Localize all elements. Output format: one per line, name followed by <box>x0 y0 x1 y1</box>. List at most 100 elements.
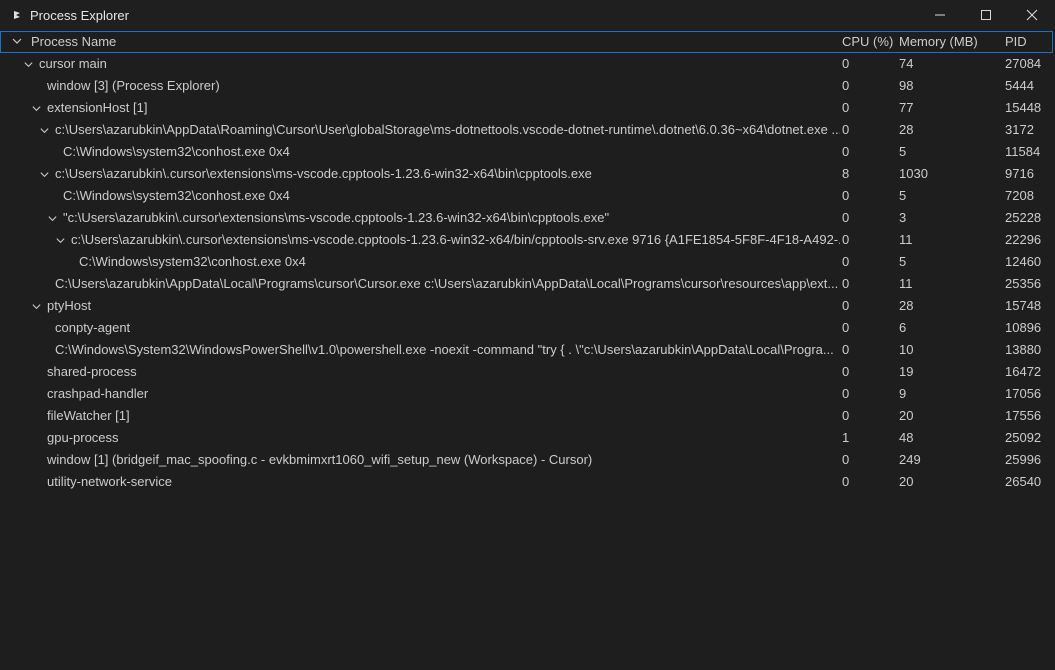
process-memory: 3 <box>899 210 907 225</box>
process-name-cell: crashpad-handler <box>0 383 840 405</box>
process-name: C:\Windows\system32\conhost.exe 0x4 <box>63 188 290 203</box>
process-row[interactable]: c:\Users\azarubkin\AppData\Roaming\Curso… <box>0 119 1055 141</box>
process-cpu: 0 <box>842 386 850 401</box>
process-memory: 10 <box>899 342 914 357</box>
process-memory: 11 <box>899 276 913 291</box>
process-name-cell: window [3] (Process Explorer) <box>0 75 840 97</box>
process-cpu: 0 <box>842 210 850 225</box>
column-header-pid[interactable]: PID <box>1005 34 1027 49</box>
process-pid: 9716 <box>1005 166 1034 181</box>
process-row[interactable]: c:\Users\azarubkin\.cursor\extensions\ms… <box>0 229 1055 251</box>
process-row[interactable]: C:\Users\azarubkin\AppData\Local\Program… <box>0 273 1055 295</box>
chevron-down-icon[interactable] <box>37 119 51 141</box>
process-cpu: 0 <box>842 452 850 467</box>
process-row[interactable]: window [3] (Process Explorer) 0 98 5444 <box>0 75 1055 97</box>
process-cpu: 0 <box>842 232 850 247</box>
minimize-button[interactable] <box>917 0 963 30</box>
process-row[interactable]: "c:\Users\azarubkin\.cursor\extensions\m… <box>0 207 1055 229</box>
process-row[interactable]: extensionHost [1] 0 77 15448 <box>0 97 1055 119</box>
maximize-button[interactable] <box>963 0 1009 30</box>
app-icon <box>10 8 24 22</box>
process-memory: 20 <box>899 474 914 489</box>
process-memory: 249 <box>899 452 921 467</box>
process-row[interactable]: C:\Windows\system32\conhost.exe 0x4 0 5 115… <box>0 141 1055 163</box>
process-cpu: 0 <box>842 474 850 489</box>
process-name: fileWatcher [1] <box>47 408 130 423</box>
process-pid: 17056 <box>1005 386 1042 401</box>
process-row[interactable]: cursor main 0 74 27084 <box>0 53 1055 75</box>
process-name: extensionHost [1] <box>47 100 148 115</box>
process-name-cell: C:\Windows\System32\WindowsPowerShell\v1… <box>0 339 840 361</box>
process-name: conpty-agent <box>55 320 131 335</box>
process-name-cell: cursor main <box>0 53 840 75</box>
collapse-all-chevron-icon[interactable] <box>11 35 23 47</box>
process-memory: 9 <box>899 386 907 401</box>
process-name-cell: fileWatcher [1] <box>0 405 840 427</box>
process-memory: 28 <box>899 298 914 313</box>
process-pid: 3172 <box>1005 122 1034 137</box>
process-row[interactable]: ptyHost 0 28 15748 <box>0 295 1055 317</box>
chevron-down-icon[interactable] <box>29 295 43 317</box>
chevron-down-icon[interactable] <box>37 163 51 185</box>
process-row[interactable]: C:\Windows\system32\conhost.exe 0x4 0 5 124… <box>0 251 1055 273</box>
process-name: ptyHost <box>47 298 92 313</box>
process-memory: 98 <box>899 78 914 93</box>
process-cpu: 0 <box>842 364 850 379</box>
process-name-cell: "c:\Users\azarubkin\.cursor\extensions\m… <box>0 207 840 229</box>
process-row[interactable]: window [1] (bridgeif_mac_spoofing.c - ev… <box>0 449 1055 471</box>
chevron-down-icon[interactable] <box>45 207 59 229</box>
process-memory: 6 <box>899 320 907 335</box>
process-pid: 17556 <box>1005 408 1042 423</box>
process-name: c:\Users\azarubkin\.cursor\extensions\ms… <box>71 232 840 247</box>
process-row[interactable]: C:\Windows\system32\conhost.exe 0x4 0 5 720… <box>0 185 1055 207</box>
process-name-cell: C:\Users\azarubkin\AppData\Local\Program… <box>0 273 840 295</box>
process-memory: 1030 <box>899 166 928 181</box>
process-cpu: 0 <box>842 298 850 313</box>
process-row[interactable]: shared-process 0 19 16472 <box>0 361 1055 383</box>
chevron-down-icon[interactable] <box>21 53 35 75</box>
process-row[interactable]: crashpad-handler 0 9 17056 <box>0 383 1055 405</box>
process-name-cell: c:\Users\azarubkin\AppData\Roaming\Curso… <box>0 119 840 141</box>
process-name-cell: c:\Users\azarubkin\.cursor\extensions\ms… <box>0 229 840 251</box>
process-cpu: 8 <box>842 166 850 181</box>
process-row[interactable]: fileWatcher [1] 0 20 17556 <box>0 405 1055 427</box>
process-cpu: 0 <box>842 342 850 357</box>
process-name: C:\Windows\system32\conhost.exe 0x4 <box>79 254 306 269</box>
process-name-cell: C:\Windows\system32\conhost.exe 0x4 <box>0 141 840 163</box>
process-cpu: 0 <box>842 100 850 115</box>
window-title: Process Explorer <box>30 7 129 23</box>
process-name: "c:\Users\azarubkin\.cursor\extensions\m… <box>63 210 610 225</box>
process-row[interactable]: c:\Users\azarubkin\.cursor\extensions\ms… <box>0 163 1055 185</box>
column-header-cpu[interactable]: CPU (%) <box>842 34 893 49</box>
process-pid: 12460 <box>1005 254 1042 269</box>
process-row[interactable]: utility-network-service 0 20 26540 <box>0 471 1055 493</box>
process-row[interactable]: conpty-agent 0 6 10896 <box>0 317 1055 339</box>
process-row[interactable]: C:\Windows\System32\WindowsPowerShell\v1… <box>0 339 1055 361</box>
process-name: gpu-process <box>47 430 119 445</box>
process-tree: cursor main 0 74 27084 window [3] (Process E… <box>0 53 1055 493</box>
process-name-cell: ptyHost <box>0 295 840 317</box>
process-pid: 7208 <box>1005 188 1034 203</box>
process-name-cell: extensionHost [1] <box>0 97 840 119</box>
process-name: window [1] (bridgeif_mac_spoofing.c - ev… <box>47 452 593 467</box>
process-name-cell: utility-network-service <box>0 471 840 493</box>
process-pid: 11584 <box>1005 144 1041 159</box>
column-header-memory[interactable]: Memory (MB) <box>899 34 978 49</box>
close-button[interactable] <box>1009 0 1055 30</box>
process-pid: 22296 <box>1005 232 1042 247</box>
process-cpu: 0 <box>842 254 850 269</box>
process-pid: 15448 <box>1005 100 1042 115</box>
column-header-name[interactable]: Process Name <box>31 34 116 49</box>
process-name: window [3] (Process Explorer) <box>47 78 220 93</box>
process-row[interactable]: gpu-process 1 48 25092 <box>0 427 1055 449</box>
process-cpu: 0 <box>842 276 850 291</box>
process-cpu: 1 <box>842 430 850 445</box>
process-pid: 15748 <box>1005 298 1042 313</box>
chevron-down-icon[interactable] <box>53 229 67 251</box>
process-name: C:\Users\azarubkin\AppData\Local\Program… <box>55 276 839 291</box>
chevron-down-icon[interactable] <box>29 97 43 119</box>
process-name: crashpad-handler <box>47 386 149 401</box>
process-cpu: 0 <box>842 56 850 71</box>
process-pid: 16472 <box>1005 364 1042 379</box>
process-name-cell: shared-process <box>0 361 840 383</box>
